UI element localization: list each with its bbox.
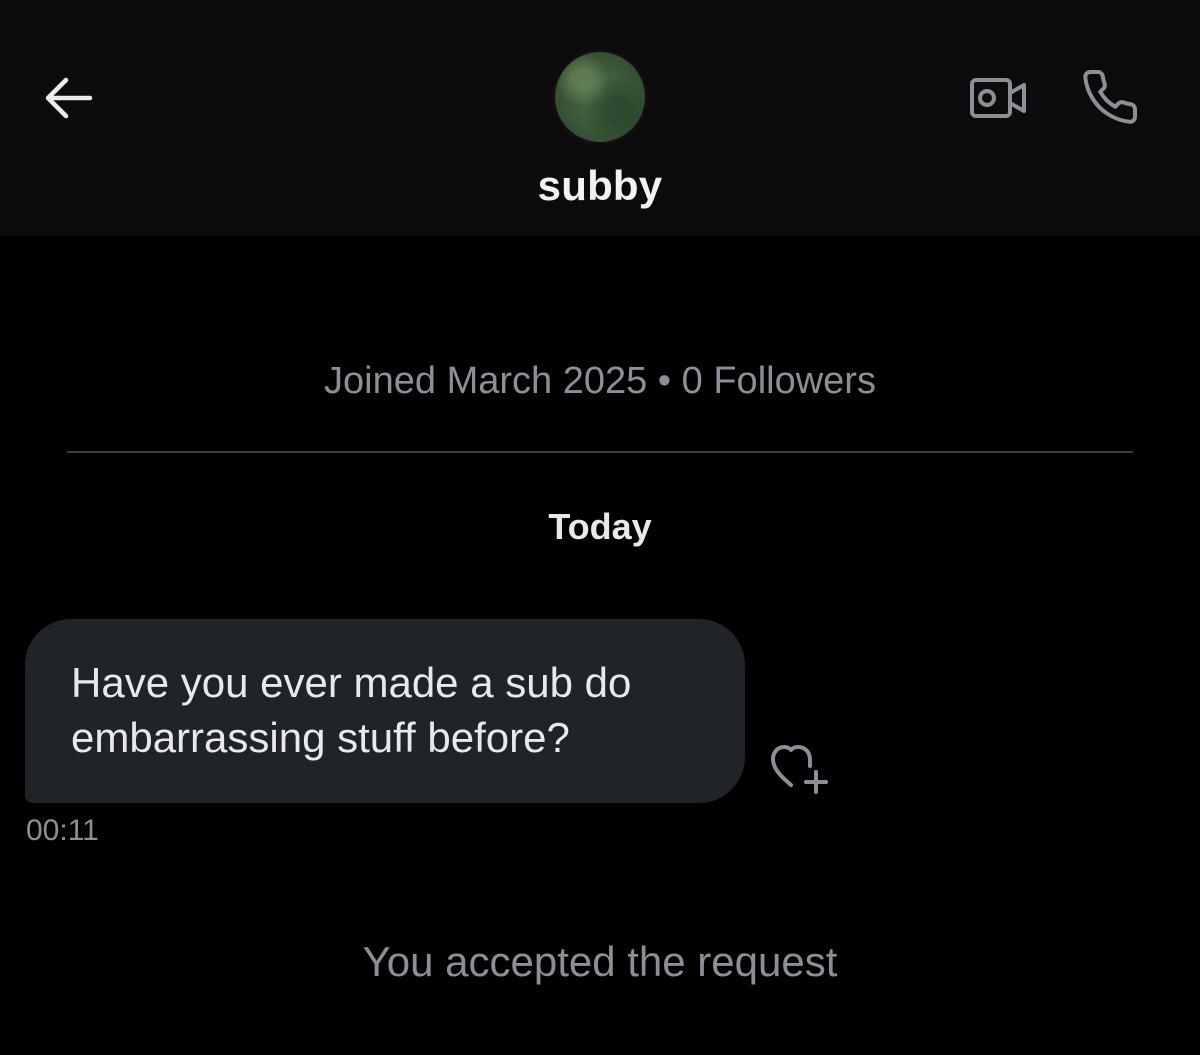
video-camera-icon (970, 78, 1026, 118)
add-reaction-button[interactable] (766, 740, 836, 800)
voice-call-button[interactable] (1076, 66, 1144, 128)
video-call-button[interactable] (964, 70, 1034, 126)
divider (67, 451, 1133, 453)
avatar[interactable] (552, 49, 648, 145)
phone-icon (1083, 70, 1138, 124)
profile-info: Joined March 2025 • 0 Followers (324, 360, 876, 402)
heart-plus-icon (771, 745, 828, 794)
arrow-left-icon (45, 77, 93, 119)
system-message: You accepted the request (362, 938, 838, 985)
date-separator: Today (548, 506, 652, 547)
message-timestamp: 00:11 (26, 814, 99, 847)
message-bubble[interactable]: Have you ever made a sub do embarrassing… (25, 619, 745, 803)
back-button[interactable] (36, 70, 100, 126)
page-title[interactable]: subby (0, 162, 1200, 210)
